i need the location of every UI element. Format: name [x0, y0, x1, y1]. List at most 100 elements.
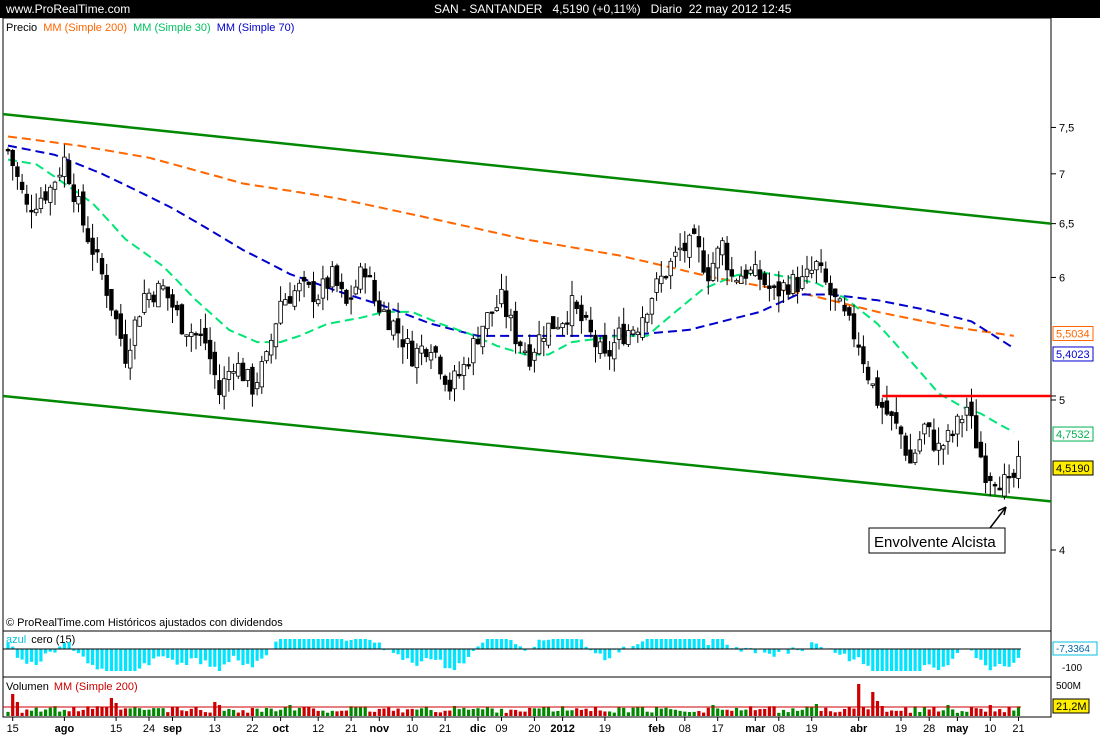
volume-bar [194, 706, 198, 716]
oscillator-bar [880, 649, 884, 671]
volume-bar [626, 712, 630, 716]
candle-body [532, 351, 537, 361]
volume-bar [377, 708, 381, 716]
candle-body [969, 401, 974, 417]
title-bar: www.ProRealTime.com SAN - SANTANDER 4,51… [0, 0, 1100, 18]
oscillator-bar [293, 639, 297, 649]
candle-body [776, 281, 781, 297]
candle-body [1006, 476, 1012, 479]
volume-bar [363, 706, 367, 716]
volume-bar [471, 708, 475, 716]
volume-bar [810, 706, 814, 716]
oscillator-bar [227, 649, 231, 663]
volume-bar [76, 711, 81, 716]
volume-bar [358, 707, 363, 716]
price-chart[interactable]: Precio MM (Simple 200) MM (Simple 30) MM… [0, 18, 1100, 735]
volume-bar [777, 712, 781, 716]
candle-body [34, 208, 39, 214]
volume-bar [185, 711, 189, 716]
oscillator-bar [706, 644, 710, 649]
oscillator-bar [114, 649, 118, 671]
oscillator-bar [119, 649, 123, 671]
site-name[interactable]: www.ProRealTime.com [6, 2, 130, 16]
oscillator-bar [396, 649, 400, 655]
candle-body [217, 380, 222, 396]
oscillator-bar [687, 639, 692, 649]
oscillator-bar [203, 649, 207, 661]
volume-bar [123, 708, 128, 716]
candle-body [809, 269, 814, 274]
candle-body [57, 174, 62, 178]
candle-body [677, 247, 683, 251]
candle-body [19, 181, 25, 191]
oscillator-bar [598, 649, 602, 654]
volume-bar [786, 712, 790, 716]
candle-body [983, 455, 988, 483]
candle-body [753, 264, 758, 277]
volume-bar [575, 708, 579, 716]
volume-bar [232, 709, 236, 716]
volume-bar [720, 709, 724, 716]
oscillator-bar [95, 649, 99, 670]
volume-bar [1016, 706, 1021, 716]
candle-body [837, 298, 843, 302]
date-tick-label: 24 [143, 723, 155, 735]
oscillator-bar [199, 649, 203, 665]
volume-bar [899, 710, 903, 716]
volume-bar [927, 709, 931, 716]
volume-bar [857, 684, 861, 716]
candle-body [804, 268, 810, 278]
candle-body [81, 191, 86, 226]
candle-body [414, 347, 420, 369]
oscillator-bar [702, 639, 706, 649]
volume-bar [608, 711, 612, 716]
volume-bar [227, 708, 231, 716]
date-tick-label: nov [370, 723, 390, 735]
candle-body [739, 275, 744, 284]
candle-body [76, 196, 81, 205]
date-tick-label: 21 [1012, 723, 1024, 735]
candle-body [912, 452, 918, 463]
candle-body [419, 345, 424, 354]
volume-bar [401, 712, 405, 716]
volume-bar [11, 694, 15, 716]
candle-body [306, 281, 311, 285]
oscillator-bar [673, 639, 677, 649]
date-tick-label: 12 [312, 723, 324, 735]
volume-bar [885, 711, 889, 716]
volume-bar [852, 708, 856, 716]
volume-bar [692, 711, 696, 716]
volume-bar [58, 711, 62, 716]
date-tick-label: 15 [7, 723, 19, 735]
volume-bar [763, 708, 767, 716]
date-tick-label: abr [850, 723, 868, 735]
volume-bar [796, 710, 800, 716]
candle-body [800, 276, 805, 289]
volume-bar [542, 706, 546, 716]
oscillator-bar [481, 642, 485, 649]
volume-bar [589, 711, 593, 716]
volume-bar [631, 707, 635, 716]
candle-body [99, 257, 105, 275]
oscillator-bar [716, 639, 720, 649]
oscillator-bar [692, 639, 696, 649]
oscillator-bar [147, 649, 151, 666]
oscillator-bar [283, 639, 287, 649]
candle-body [593, 334, 598, 348]
oscillator-bar [899, 649, 903, 671]
oscillator-bar [279, 639, 283, 649]
volume-bar [467, 709, 471, 716]
candle-body [640, 317, 645, 338]
svg-text:5,5034: 5,5034 [1056, 329, 1090, 341]
price-tick-label: 7 [1059, 169, 1065, 181]
oscillator-bar [44, 649, 48, 654]
candle-body [988, 475, 993, 482]
volume-bar [415, 709, 419, 716]
volume-bar [678, 710, 682, 716]
candle-body [137, 316, 142, 327]
volume-bar [781, 709, 786, 716]
candle-body [250, 366, 255, 395]
volume-bar [645, 711, 649, 716]
oscillator-bar [405, 649, 410, 659]
volume-bar [570, 710, 574, 716]
